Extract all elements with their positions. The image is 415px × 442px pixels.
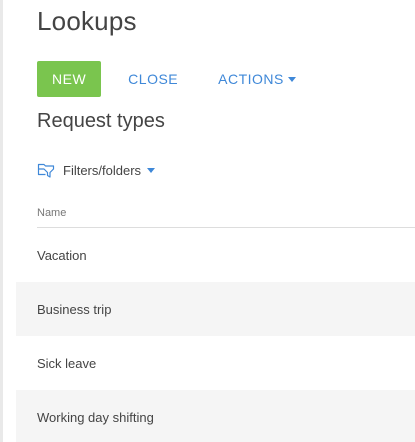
row-label: Business trip bbox=[37, 301, 112, 317]
row-label: Sick leave bbox=[37, 355, 97, 371]
toolbar: NEW CLOSE ACTIONS bbox=[37, 61, 296, 97]
actions-button[interactable]: ACTIONS bbox=[218, 71, 296, 87]
filters-folders-button[interactable]: Filters/folders bbox=[37, 161, 156, 179]
table-row[interactable]: Sick leave bbox=[16, 336, 415, 390]
filter-folder-icon bbox=[37, 163, 55, 178]
column-header-label: Name bbox=[37, 207, 67, 219]
left-divider bbox=[0, 0, 3, 442]
section-title: Request types bbox=[37, 110, 165, 132]
table-row[interactable]: Working day shifting bbox=[16, 390, 415, 442]
close-button-label: CLOSE bbox=[128, 71, 179, 87]
filters-folders-label: Filters/folders bbox=[63, 162, 142, 178]
table-row[interactable]: Business trip bbox=[16, 282, 415, 336]
row-label: Working day shifting bbox=[37, 409, 154, 425]
table-row[interactable]: Vacation bbox=[16, 228, 415, 282]
page-title: Lookups bbox=[37, 6, 137, 36]
chevron-down-icon bbox=[287, 77, 296, 82]
actions-button-label: ACTIONS bbox=[218, 71, 284, 87]
chevron-down-icon bbox=[147, 168, 156, 173]
close-button[interactable]: CLOSE bbox=[128, 71, 178, 87]
row-label: Vacation bbox=[37, 247, 87, 263]
new-button[interactable]: NEW bbox=[37, 61, 102, 97]
lookups-page: Lookups NEW CLOSE ACTIONS Request types … bbox=[0, 0, 415, 442]
column-header-name[interactable]: Name bbox=[37, 203, 415, 228]
request-types-list: Vacation Business trip Sick leave Workin… bbox=[16, 228, 415, 442]
